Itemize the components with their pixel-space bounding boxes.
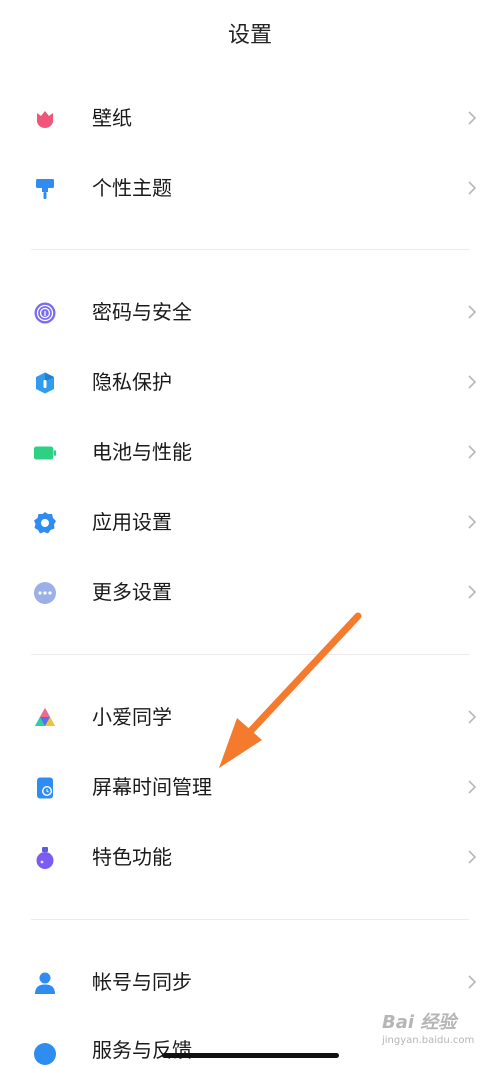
flask-icon bbox=[33, 846, 57, 870]
settings-item-label: 小爱同学 bbox=[92, 705, 172, 729]
more-dots-icon bbox=[33, 581, 57, 605]
section-divider bbox=[31, 654, 469, 655]
fingerprint-icon bbox=[33, 301, 57, 325]
settings-item-label: 特色功能 bbox=[92, 845, 172, 869]
settings-item-apps[interactable]: 应用设置 bbox=[0, 490, 500, 554]
chevron-right-icon bbox=[468, 375, 477, 389]
settings-item-privacy[interactable]: 隐私保护 bbox=[0, 350, 500, 414]
settings-item-label: 电池与性能 bbox=[92, 440, 192, 464]
chevron-right-icon bbox=[468, 111, 477, 125]
settings-item-label: 更多设置 bbox=[92, 580, 172, 604]
settings-item-label: 个性主题 bbox=[92, 176, 172, 200]
settings-item-account[interactable]: 帐号与同步 bbox=[0, 950, 500, 1014]
settings-item-security[interactable]: 密码与安全 bbox=[0, 280, 500, 344]
section-divider bbox=[31, 919, 469, 920]
watermark-sub: jingyan.baidu.com bbox=[382, 1035, 475, 1046]
chevron-right-icon bbox=[468, 710, 477, 724]
chevron-right-icon bbox=[468, 975, 477, 989]
chevron-right-icon bbox=[468, 181, 477, 195]
settings-item-theme[interactable]: 个性主题 bbox=[0, 156, 500, 220]
settings-item-label: 隐私保护 bbox=[92, 370, 172, 394]
settings-item-label: 服务与反馈 bbox=[92, 1038, 192, 1062]
settings-item-wallpaper[interactable]: 壁纸 bbox=[0, 86, 500, 150]
home-indicator[interactable] bbox=[162, 1053, 339, 1058]
watermark-main: Bai 经验 bbox=[382, 1012, 457, 1033]
settings-item-label: 壁纸 bbox=[92, 106, 132, 130]
settings-item-label: 密码与安全 bbox=[92, 300, 192, 324]
chevron-right-icon bbox=[468, 585, 477, 599]
chevron-right-icon bbox=[468, 515, 477, 529]
paint-roller-icon bbox=[33, 177, 57, 201]
chevron-right-icon bbox=[468, 850, 477, 864]
gear-icon bbox=[33, 511, 57, 535]
chevron-right-icon bbox=[468, 445, 477, 459]
tulip-icon bbox=[33, 107, 57, 131]
watermark: Bai 经验 jingyan.baidu.com bbox=[382, 1012, 494, 1062]
settings-item-features[interactable]: 特色功能 bbox=[0, 825, 500, 889]
section-divider bbox=[31, 249, 469, 250]
screen-time-icon bbox=[33, 776, 57, 800]
settings-item-xiaoai[interactable]: 小爱同学 bbox=[0, 685, 500, 749]
user-icon bbox=[33, 971, 57, 995]
settings-item-more[interactable]: 更多设置 bbox=[0, 560, 500, 624]
settings-item-label: 帐号与同步 bbox=[92, 970, 192, 994]
settings-item-label: 应用设置 bbox=[92, 510, 172, 534]
shield-icon bbox=[33, 371, 57, 395]
settings-item-label: 屏幕时间管理 bbox=[92, 775, 212, 799]
settings-item-battery[interactable]: 电池与性能 bbox=[0, 420, 500, 484]
page-title: 设置 bbox=[227, 23, 272, 48]
chevron-right-icon bbox=[468, 780, 477, 794]
feedback-icon bbox=[33, 1042, 57, 1066]
battery-icon bbox=[33, 441, 57, 465]
settings-item-screen-time[interactable]: 屏幕时间管理 bbox=[0, 755, 500, 819]
xiaoai-icon bbox=[33, 706, 57, 730]
chevron-right-icon bbox=[468, 305, 477, 319]
